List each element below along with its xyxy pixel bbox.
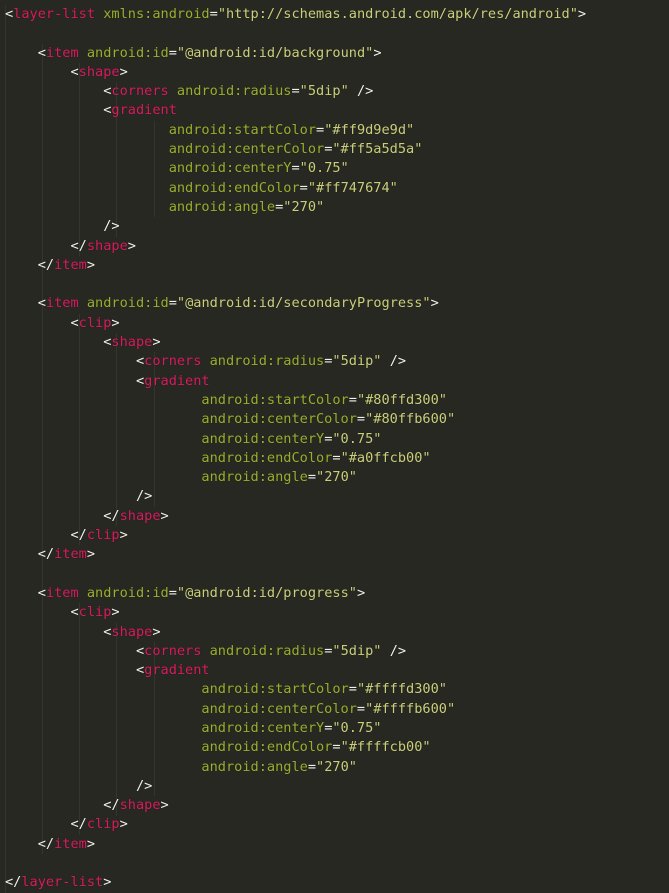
code-line: <gradient — [103, 102, 177, 119]
code-line: <corners android:radius="5dip" /> — [135, 642, 407, 659]
code-line: <clip> — [70, 604, 120, 621]
code-line: android:startColor="#ff9d9e9d" — [168, 121, 415, 138]
code-line: </item> — [37, 835, 96, 852]
code-line: android:centerColor="#ff5a5d5a" — [168, 141, 423, 158]
code-line: </shape> — [103, 797, 169, 814]
code-line: android:endColor="#a0ffcb00" — [201, 449, 431, 466]
code-line: <shape> — [70, 63, 128, 80]
code-editor-surface[interactable]: <layer-list xmlns:android="http://schema… — [0, 0, 669, 893]
code-line: <corners android:radius="5dip" /> — [103, 83, 374, 100]
code-line: /> — [135, 777, 153, 794]
code-line: android:endColor="#ffffcb00" — [201, 739, 431, 756]
code-line: <shape> — [103, 334, 161, 351]
code-line: <item android:id="@android:id/background… — [37, 44, 382, 61]
code-line: </shape> — [103, 507, 169, 524]
code-line: <gradient — [135, 372, 210, 389]
code-line: <shape> — [103, 623, 161, 640]
code-line: android:centerY="0.75" — [168, 160, 349, 177]
code-line: android:centerY="0.75" — [201, 430, 382, 447]
code-line: <gradient — [135, 662, 210, 679]
code-line: </item> — [37, 256, 96, 273]
code-line: </shape> — [70, 237, 136, 254]
code-line: android:centerY="0.75" — [201, 719, 382, 736]
code-line: <item android:id="@android:id/secondaryP… — [37, 295, 439, 312]
code-line: <layer-list xmlns:android="http://schema… — [5, 6, 587, 22]
code-line: android:endColor="#ff747674" — [168, 179, 398, 196]
code-line: </clip> — [70, 527, 128, 544]
code-line: android:angle="270" — [201, 469, 357, 486]
code-line: /> — [103, 218, 120, 235]
code-line: android:angle="270" — [168, 198, 325, 215]
code-line: android:startColor="#80ffd300" — [201, 391, 447, 408]
code-line: </clip> — [70, 816, 128, 833]
code-line: android:centerColor="#ffffb600" — [201, 700, 456, 717]
code-line: android:angle="270" — [201, 758, 357, 775]
code-line: android:startColor="#ffffd300" — [201, 681, 447, 698]
code-line: <clip> — [70, 314, 120, 331]
code-line: </item> — [37, 546, 96, 563]
code-line: /> — [135, 488, 153, 505]
code-line: android:centerColor="#80ffb600" — [201, 411, 456, 428]
xml-source-code[interactable]: <layer-list xmlns:android="http://schema… — [0, 5, 669, 893]
code-line: <corners android:radius="5dip" /> — [135, 353, 407, 370]
code-line: <item android:id="@android:id/progress"> — [37, 584, 366, 601]
